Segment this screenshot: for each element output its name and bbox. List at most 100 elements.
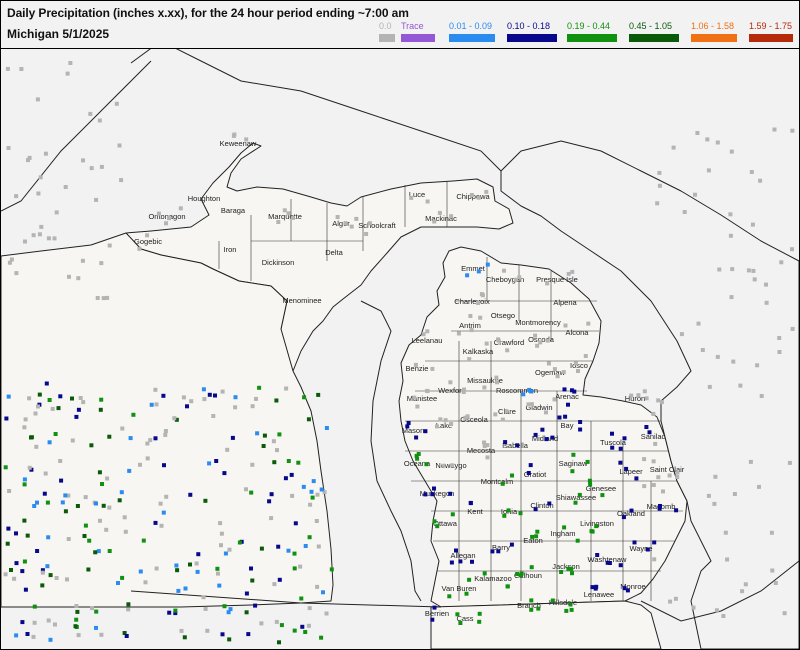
station-dot: [81, 158, 85, 163]
station-dot: [465, 414, 470, 419]
station-dot: [521, 392, 526, 397]
station-dot: [777, 350, 782, 354]
station-dot: [656, 398, 661, 403]
station-dot: [412, 395, 417, 400]
station-dot: [286, 548, 291, 553]
station-dot: [7, 489, 12, 493]
station-dot: [441, 463, 446, 468]
county-label: Charlevoix: [454, 297, 490, 306]
legend-item: 0.45 - 1.05: [629, 1, 679, 48]
ohio-outline: [430, 600, 662, 649]
station-dot: [138, 569, 143, 574]
station-dot: [233, 395, 238, 400]
station-dot: [661, 489, 665, 494]
legend-label: 0.01 - 0.09: [449, 21, 493, 31]
station-dot: [89, 443, 94, 448]
station-dot: [545, 281, 550, 286]
station-dot: [485, 455, 490, 460]
station-dot: [153, 436, 158, 441]
county-label: Menominee: [282, 296, 321, 305]
station-dot: [213, 393, 217, 398]
station-dot: [119, 490, 124, 495]
station-dot: [671, 145, 676, 150]
station-dot: [529, 607, 534, 612]
station-dot: [502, 268, 506, 273]
county-label: Ingham: [550, 529, 575, 538]
station-dot: [769, 530, 774, 535]
station-dot: [610, 431, 614, 436]
station-dot: [729, 295, 734, 300]
station-dot: [97, 470, 102, 475]
station-dot: [22, 482, 27, 487]
station-dot: [33, 411, 38, 416]
station-dot: [76, 633, 81, 638]
station-dot: [232, 132, 237, 137]
station-dot: [201, 387, 206, 392]
station-dot: [526, 471, 531, 475]
station-dot: [9, 568, 13, 572]
station-dot: [175, 568, 180, 573]
station-dot: [47, 440, 52, 445]
station-dot: [691, 605, 696, 610]
station-dot: [437, 210, 442, 215]
station-dot: [728, 212, 733, 217]
station-dot: [5, 66, 10, 71]
station-dot: [20, 620, 25, 625]
station-dot: [790, 247, 794, 252]
station-dot: [44, 381, 49, 386]
station-dot: [435, 524, 440, 529]
station-dot: [563, 323, 568, 328]
station-dot: [34, 444, 39, 449]
station-dot: [425, 199, 430, 204]
station-dot: [181, 395, 186, 400]
station-dot: [216, 571, 220, 576]
station-dot: [458, 621, 463, 625]
county-label: Kalamazoo: [474, 574, 512, 583]
station-dot: [300, 624, 305, 629]
station-dot: [22, 518, 27, 523]
station-dot: [636, 393, 641, 398]
station-dot: [93, 550, 98, 555]
station-dot: [777, 336, 782, 340]
station-dot: [468, 314, 473, 318]
station-dot: [214, 459, 219, 463]
station-dot: [552, 397, 557, 402]
station-dot: [682, 210, 687, 214]
station-dot: [176, 588, 181, 593]
station-dot: [534, 534, 539, 539]
station-dot: [25, 533, 30, 538]
station-dot: [14, 194, 19, 199]
station-dot: [127, 468, 132, 473]
legend-swatch: [629, 34, 679, 42]
county-label: Otsego: [491, 311, 515, 320]
station-dot: [74, 604, 79, 608]
station-dot: [36, 404, 40, 409]
station-dot: [296, 460, 301, 465]
station-dot: [173, 608, 178, 613]
station-dot: [253, 603, 258, 608]
station-dot: [740, 589, 745, 594]
station-dot: [23, 239, 27, 244]
station-dot: [244, 137, 249, 142]
station-dot: [569, 607, 574, 612]
station-dot: [759, 394, 764, 398]
station-dot: [415, 404, 420, 409]
station-dot: [570, 571, 574, 576]
station-dot: [116, 581, 120, 585]
station-dot: [308, 502, 313, 507]
county-label: Lenawee: [584, 590, 614, 599]
station-dot: [533, 333, 538, 338]
station-dot: [244, 487, 248, 492]
county-label: Houghton: [188, 194, 221, 203]
station-dot: [78, 396, 83, 400]
station-dot: [562, 525, 567, 530]
station-dot: [544, 410, 548, 415]
station-dot: [99, 632, 104, 637]
station-dot: [530, 534, 535, 539]
station-dot: [482, 440, 486, 445]
station-dot: [63, 509, 68, 514]
station-dot: [22, 425, 27, 430]
station-dot: [432, 519, 437, 524]
station-dot: [449, 422, 454, 426]
station-dot: [59, 478, 64, 483]
